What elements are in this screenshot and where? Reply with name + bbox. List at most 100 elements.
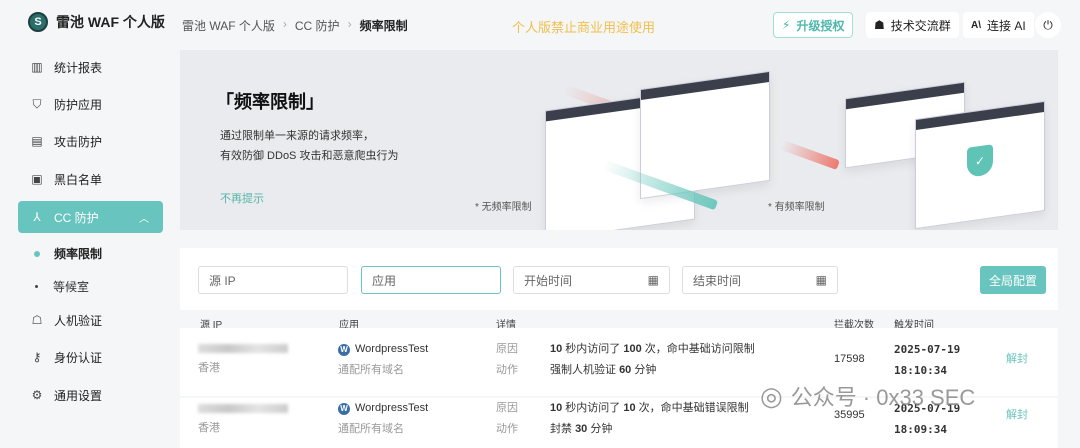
- wordpress-icon: W: [338, 403, 350, 415]
- app-domain: 通配所有域名: [338, 364, 404, 376]
- upgrade-label: 升级授权: [796, 18, 845, 33]
- caption-without-limit: * 无频率限制: [475, 202, 532, 213]
- community-button[interactable]: ☗ 技术交流群: [866, 12, 959, 38]
- app-name[interactable]: WordpressTest: [355, 343, 428, 355]
- key-icon: ⚷: [32, 350, 42, 364]
- sidebar-item-attack[interactable]: ▤ 攻击防护: [18, 125, 163, 157]
- bullet-icon: [34, 250, 40, 257]
- start-time-input[interactable]: 开始时间 ▦: [513, 266, 670, 294]
- wechat-icon: ◎: [760, 380, 783, 411]
- trigger-time: 2025-07-19 18:10:34: [894, 343, 961, 377]
- chevron-right-icon: ›: [347, 17, 352, 31]
- app-domain: 通配所有域名: [338, 423, 404, 435]
- app-name[interactable]: WordpressTest: [355, 402, 428, 414]
- reason-label: 原因: [496, 343, 518, 355]
- intro-banner: 「频率限制」 通过限制单一来源的请求频率， 有效防御 DDoS 攻击和恶意爬虫行为…: [180, 50, 1058, 230]
- chevron-right-icon: ›: [282, 17, 287, 31]
- unban-button[interactable]: 解封: [1006, 405, 1028, 426]
- banner-title: 「频率限制」: [216, 92, 324, 112]
- cc-icon: ⅄: [33, 210, 41, 224]
- calendar-icon: ▦: [647, 273, 659, 287]
- chevron-up-icon: ︿: [139, 213, 149, 225]
- commercial-notice: 个人版禁止商业用途使用: [512, 20, 656, 35]
- redacted-ip: [198, 344, 288, 353]
- logo-icon: S: [28, 12, 48, 32]
- end-time-input[interactable]: 结束时间 ▦: [682, 266, 838, 294]
- unban-button[interactable]: 解封: [1006, 349, 1028, 370]
- app-name: 雷池 WAF 个人版: [56, 14, 165, 30]
- breadcrumb-item[interactable]: CC 防护: [295, 17, 340, 34]
- robot-icon: ☖: [31, 313, 43, 327]
- sidebar: S 雷池 WAF 个人版 ▥ 统计报表 ⛉ 防护应用 ▤ 攻击防护 ▣ 黑白名单 ⅄ CC …: [0, 0, 172, 442]
- sidebar-item-captcha[interactable]: ☖ 人机验证: [18, 304, 163, 336]
- banner-description: 通过限制单一来源的请求频率， 有效防御 DDoS 攻击和恶意爬虫行为: [220, 126, 398, 166]
- calendar-icon: ▦: [815, 273, 827, 287]
- sidebar-item-label: 防护应用: [54, 97, 103, 112]
- app-cell: W WordpressTest 通配所有域名: [338, 398, 428, 440]
- block-count: 17598: [834, 353, 865, 365]
- breadcrumb-item[interactable]: 雷池 WAF 个人版: [182, 17, 275, 34]
- source-ip-input[interactable]: 源 IP: [198, 266, 348, 294]
- illustration-window: ✓: [915, 100, 1045, 230]
- sidebar-item-cc[interactable]: ⅄ CC 防护 ︿: [18, 201, 163, 233]
- sidebar-item-label: CC 防护: [54, 210, 99, 225]
- arrow-decoration: [780, 140, 840, 170]
- logout-button[interactable]: ⏻: [1035, 12, 1061, 38]
- placeholder: 开始时间: [524, 273, 573, 288]
- sidebar-item-auth[interactable]: ⚷ 身份认证: [18, 341, 163, 373]
- global-config-button[interactable]: 全局配置: [980, 266, 1046, 294]
- list-icon: ▣: [31, 172, 43, 186]
- document-icon: ▤: [31, 134, 43, 148]
- detail-cell: 10 秒内访问了 10 次，命中基础错误限制 封禁 30 分钟: [550, 398, 749, 440]
- reason-text: 10 秒内访问了 10 次，命中基础错误限制: [550, 402, 749, 414]
- ip-location: 香港: [198, 362, 220, 374]
- dismiss-link[interactable]: 不再提示: [220, 190, 264, 206]
- sidebar-item-label: 统计报表: [54, 60, 103, 75]
- filter-bar: 源 IP 应用 开始时间 ▦ 结束时间 ▦ 全局配置: [180, 248, 1058, 310]
- sidebar-item-stats[interactable]: ▥ 统计报表: [18, 51, 163, 83]
- gear-icon: ⚙: [31, 388, 43, 402]
- sidebar-sub-label: 等候室: [53, 280, 90, 294]
- placeholder: 结束时间: [693, 273, 742, 288]
- wordpress-icon: W: [338, 344, 350, 356]
- lightning-icon: ⚡: [782, 18, 791, 32]
- breadcrumb-current: 频率限制: [359, 19, 408, 33]
- group-icon: ☗: [874, 18, 885, 32]
- source-ip-cell: 香港: [198, 338, 288, 379]
- ip-location: 香港: [198, 422, 220, 434]
- app-logo[interactable]: S 雷池 WAF 个人版: [28, 12, 165, 32]
- reason-text: 10 秒内访问了 100 次，命中基础访问限制: [550, 343, 755, 355]
- app-cell: W WordpressTest 通配所有域名: [338, 339, 428, 381]
- action-text: 强制人机验证 60 分钟: [550, 364, 657, 376]
- sidebar-item-label: 黑白名单: [54, 172, 103, 187]
- connect-ai-button[interactable]: A\ 连接 AI: [963, 12, 1034, 38]
- bar-chart-icon: ▥: [31, 60, 43, 74]
- sidebar-item-label: 攻击防护: [54, 134, 103, 149]
- breadcrumb: 雷池 WAF 个人版 › CC 防护 › 频率限制: [182, 17, 408, 34]
- sidebar-item-label: 身份认证: [54, 350, 103, 365]
- action-label: 动作: [496, 423, 518, 435]
- shield-check-icon: ✓: [967, 144, 993, 178]
- caption-with-limit: * 有频率限制: [768, 202, 825, 213]
- action-text: 封禁 30 分钟: [550, 423, 613, 435]
- reason-label: 原因: [496, 402, 518, 414]
- sidebar-sub-rate-limit[interactable]: 频率限制: [34, 245, 102, 262]
- community-label: 技术交流群: [890, 18, 951, 33]
- sidebar-sub-waiting-room[interactable]: 等候室: [34, 278, 89, 295]
- detail-cell: 10 秒内访问了 100 次，命中基础访问限制 强制人机验证 60 分钟: [550, 339, 755, 381]
- sidebar-item-settings[interactable]: ⚙ 通用设置: [18, 379, 163, 411]
- ai-label: 连接 AI: [987, 18, 1026, 33]
- shield-icon: ⛉: [32, 96, 42, 111]
- sidebar-item-blackwhite[interactable]: ▣ 黑白名单: [18, 163, 163, 195]
- logout-icon: ⏻: [1043, 17, 1053, 32]
- sidebar-item-label: 人机验证: [54, 313, 103, 328]
- upgrade-button[interactable]: ⚡ 升级授权: [773, 12, 854, 38]
- source-ip-cell: 香港: [198, 398, 288, 439]
- bullet-icon: [35, 285, 38, 288]
- watermark-text: 公众号 · 0x33 SEC: [790, 385, 976, 410]
- banner-line: 有效防御 DDoS 攻击和恶意爬虫行为: [220, 150, 399, 162]
- app-input[interactable]: 应用: [361, 266, 501, 294]
- placeholder: 应用: [372, 273, 397, 288]
- sidebar-sub-label: 频率限制: [54, 247, 103, 261]
- sidebar-item-apps[interactable]: ⛉ 防护应用: [18, 88, 163, 120]
